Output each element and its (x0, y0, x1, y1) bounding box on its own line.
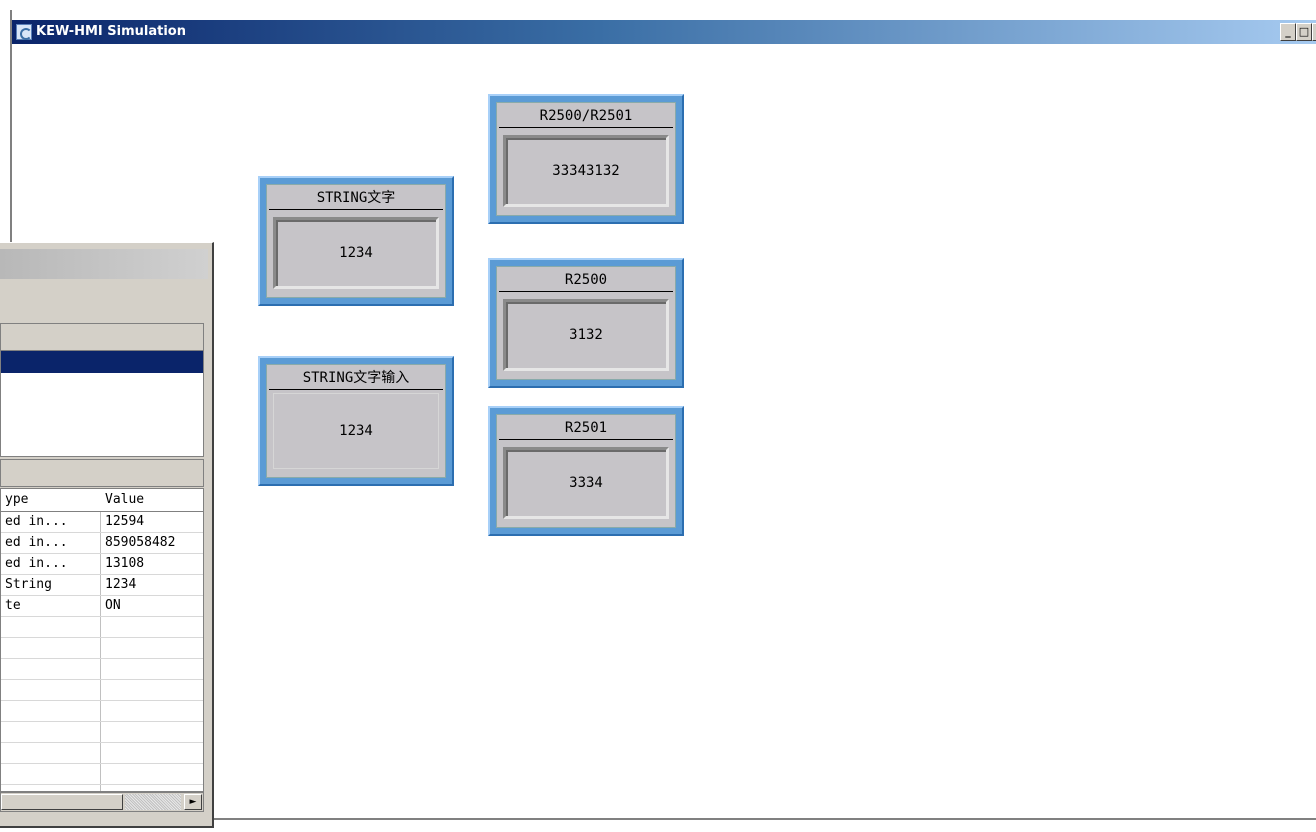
cell-value: ON (105, 598, 121, 613)
title-bar[interactable]: KEW-HMI Simulation _ □ × (12, 20, 1316, 44)
widget-title: R2501 (499, 417, 673, 440)
table-row[interactable] (1, 659, 203, 680)
widget-value: 1234 (339, 423, 373, 439)
cell-value: 859058482 (105, 535, 176, 550)
cell-type: String (5, 577, 52, 592)
column-header-type[interactable]: ype (5, 492, 28, 507)
table-row[interactable]: ed in... 859058482 (1, 533, 203, 554)
table-row[interactable] (1, 743, 203, 764)
widget-title: R2500/R2501 (499, 105, 673, 128)
table-row[interactable]: String 1234 (1, 575, 203, 596)
table-row[interactable]: te ON (1, 596, 203, 617)
variable-panel: ype Value ed in... 12594 ed in... 85905848… (0, 242, 214, 828)
horizontal-scrollbar[interactable]: ► (0, 792, 204, 812)
widget-value-display: 3132 (503, 299, 669, 371)
variable-grid[interactable]: ype Value ed in... 12594 ed in... 85905848… (0, 488, 204, 792)
table-row[interactable] (1, 680, 203, 701)
widget-value-display: 33343132 (503, 135, 669, 207)
widget-face: STRING文字输入 1234 (266, 364, 446, 478)
widget-string-text-input[interactable]: STRING文字输入 1234 (258, 356, 454, 486)
table-row[interactable] (1, 764, 203, 785)
widget-r2501[interactable]: R2501 3334 (488, 406, 684, 536)
widget-face: R2500 3132 (496, 266, 676, 380)
panel-title-bar[interactable] (0, 249, 208, 279)
column-header-value[interactable]: Value (105, 492, 144, 507)
panel-section-header (0, 459, 204, 487)
string-input-field[interactable]: 1234 (273, 393, 439, 469)
widget-value: 3132 (569, 327, 603, 343)
widget-title: STRING文字 (269, 187, 443, 210)
widget-value: 1234 (339, 245, 373, 261)
app-icon (16, 24, 32, 40)
table-row[interactable] (1, 638, 203, 659)
grid-header: ype Value (1, 489, 203, 512)
widget-face: STRING文字 1234 (266, 184, 446, 298)
cell-value: 13108 (105, 556, 145, 571)
widget-value: 3334 (569, 475, 603, 491)
table-row[interactable] (1, 617, 203, 638)
table-row[interactable] (1, 722, 203, 743)
scrollbar-thumb[interactable] (1, 794, 123, 810)
scroll-right-arrow-icon[interactable]: ► (184, 794, 202, 810)
widget-title: R2500 (499, 269, 673, 292)
widget-face: R2501 3334 (496, 414, 676, 528)
cell-type: te (5, 598, 21, 613)
cell-value: 12594 (105, 514, 145, 529)
cell-type: ed in... (5, 535, 68, 550)
widget-value: 33343132 (552, 163, 620, 179)
widget-title: STRING文字输入 (269, 367, 443, 390)
table-row[interactable]: ed in... 13108 (1, 554, 203, 575)
widget-value-display: 1234 (273, 217, 439, 289)
widget-string-text[interactable]: STRING文字 1234 (258, 176, 454, 306)
maximize-button[interactable]: □ (1296, 23, 1312, 41)
cell-type: ed in... (5, 514, 68, 529)
window-title: KEW-HMI Simulation (36, 24, 186, 39)
panel-list-header (1, 324, 203, 351)
table-row[interactable]: ed in... 12594 (1, 512, 203, 533)
widget-r2500[interactable]: R2500 3132 (488, 258, 684, 388)
panel-list[interactable] (0, 323, 204, 457)
widget-value-display: 3334 (503, 447, 669, 519)
widget-face: R2500/R2501 33343132 (496, 102, 676, 216)
scrollbar-track[interactable] (125, 794, 181, 810)
minimize-button[interactable]: _ (1280, 23, 1296, 41)
panel-list-selected-item[interactable] (1, 351, 203, 373)
cell-type: ed in... (5, 556, 68, 571)
widget-r2500-r2501[interactable]: R2500/R2501 33343132 (488, 94, 684, 224)
cell-value: 1234 (105, 577, 137, 592)
close-button[interactable]: × (1312, 23, 1316, 41)
table-row[interactable] (1, 701, 203, 722)
